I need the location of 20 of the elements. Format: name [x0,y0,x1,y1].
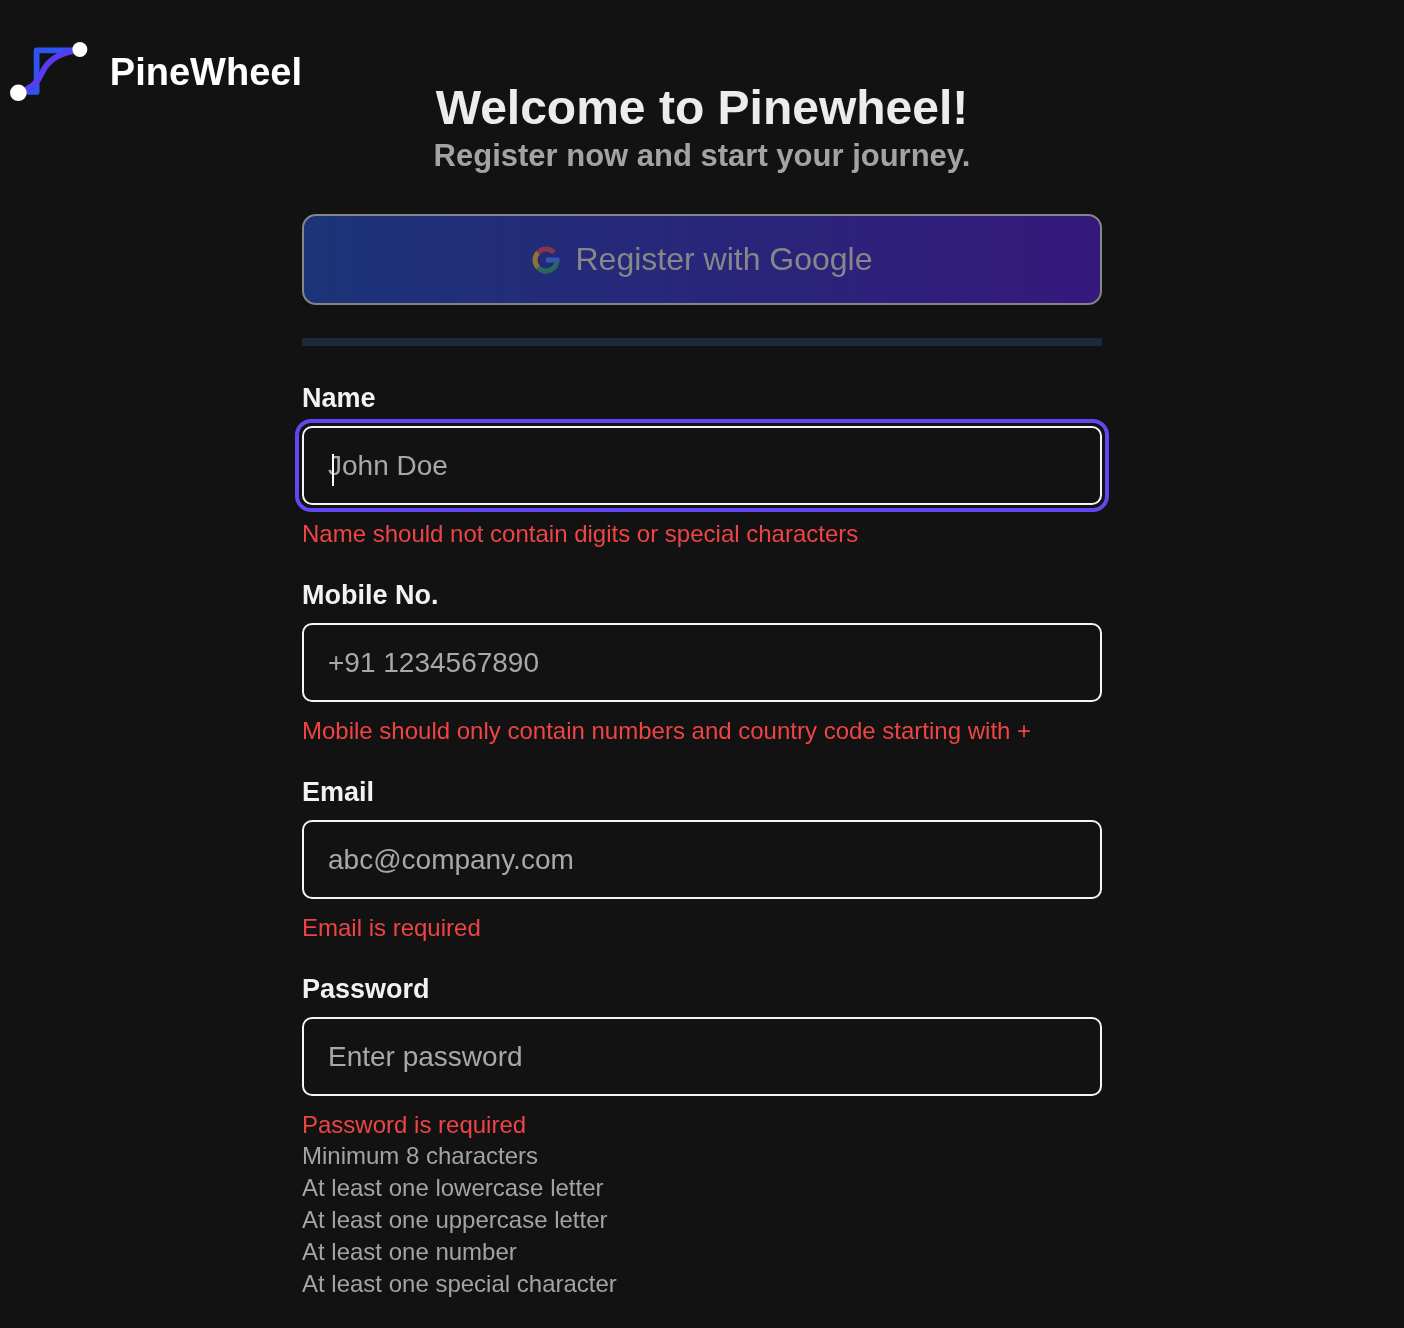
input-field[interactable]: +91 1234567890 [302,623,1102,702]
input-field[interactable]: abc@company.com [302,820,1102,899]
brand-name: PineWheel [109,50,302,94]
error-message: Password is required [302,1110,528,1140]
google-icon [531,244,562,275]
field-label: Password [302,973,431,1005]
error-message: Name should not contain digits or special characters [302,519,860,549]
password-rule: At least one lowercase letter [302,1173,605,1203]
password-rule: Minimum 8 characters [302,1141,540,1171]
field-label: Mobile No. [302,579,440,611]
page-title: Welcome to Pinewheel! [434,80,970,136]
password-rule: At least one uppercase letter [302,1205,609,1235]
input-field[interactable]: Enter password [302,1017,1102,1096]
password-rule: At least one special character [302,1269,618,1299]
error-message: Mobile should only contain numbers and country code starting with + [302,716,1033,746]
field-label: Name [302,382,377,414]
password-rule: At least one number [302,1237,518,1267]
page-subtitle: Register now and start your journey. [432,137,972,175]
field-label: Email [302,776,376,808]
error-message: Email is required [302,913,482,943]
